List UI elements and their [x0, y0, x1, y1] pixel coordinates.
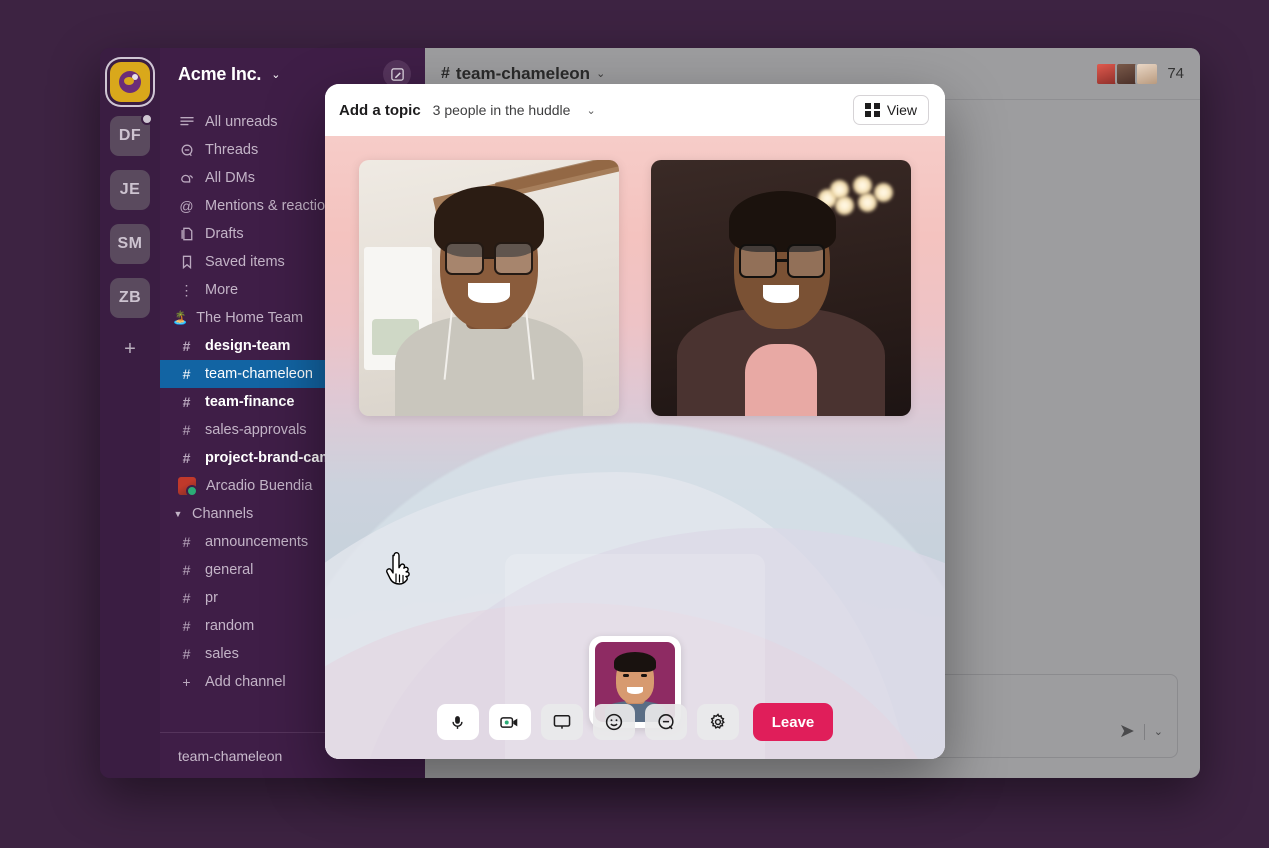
member-count: 74 [1167, 65, 1184, 82]
avatar [1135, 61, 1160, 86]
sidebar-item-label: pr [205, 590, 218, 606]
sidebar-item-label: All unreads [205, 114, 278, 130]
hash-icon: # [182, 618, 191, 634]
sidebar-item-label: All DMs [205, 170, 255, 186]
send-controls: ➤ ⌄ [1119, 720, 1163, 743]
sidebar-item-label: Threads [205, 142, 259, 158]
chameleon-logo[interactable] [110, 62, 150, 102]
chevron-down-icon[interactable]: ⌄ [586, 104, 595, 117]
member-avatar-stack [1095, 61, 1160, 86]
sidebar-item-label: Add channel [205, 674, 286, 690]
threads-icon [178, 143, 195, 157]
sidebar-item-label: team-chameleon [205, 366, 313, 382]
huddle-people-count[interactable]: 3 people in the huddle [433, 102, 571, 118]
hash-icon: # [182, 366, 191, 382]
workspace-rail: DF JE SM ZB + [100, 48, 160, 778]
sidebar-item-label: Arcadio Buendia [206, 478, 313, 494]
decor [640, 674, 647, 678]
send-icon[interactable]: ➤ [1119, 720, 1135, 743]
huddle-modal: Add a topic 3 people in the huddle ⌄ Vie… [325, 84, 945, 759]
share-screen-button[interactable] [540, 704, 583, 740]
workspace-name[interactable]: Acme Inc. [178, 64, 261, 85]
participant-video-tile-2[interactable] [651, 160, 911, 416]
glasses-icon [444, 241, 534, 276]
grid-view-icon [865, 102, 880, 118]
notification-dot [141, 113, 153, 125]
bookmark-icon [178, 255, 195, 269]
decor [729, 190, 836, 253]
sidebar-item-label: general [205, 562, 254, 578]
pointing-hand-cursor [386, 552, 410, 585]
rail-avatar-sm[interactable]: SM [110, 224, 150, 264]
chevron-down-icon[interactable]: ⌄ [1154, 725, 1163, 738]
decor [614, 651, 656, 673]
huddle-stage: Leave [325, 136, 945, 759]
dms-icon [178, 171, 195, 185]
plus-icon: + [182, 674, 191, 690]
app-root: DF JE SM ZB + Acme Inc. ⌄ All unreads Th… [0, 0, 1269, 848]
sidebar-item-label: announcements [205, 534, 309, 550]
view-button-label: View [886, 102, 917, 118]
sidebar-group-label: The Home Team [196, 310, 304, 326]
sidebar-item-label: Mentions & reactions [205, 198, 341, 214]
huddle-header: Add a topic 3 people in the huddle ⌄ Vie… [325, 84, 945, 136]
sidebar-item-label: team-finance [205, 394, 295, 410]
rail-avatar-df[interactable]: DF [110, 113, 153, 156]
mic-button[interactable] [436, 704, 479, 740]
rail-avatar-label: SM [117, 235, 143, 252]
sidebar-item-label: Drafts [205, 226, 244, 242]
reactions-button[interactable] [592, 704, 635, 740]
hash-icon: # [182, 534, 191, 550]
chat-button[interactable] [644, 704, 687, 740]
chevron-down-icon: ▼ [173, 509, 183, 519]
decor [762, 285, 800, 304]
channel-members[interactable]: 74 [1095, 61, 1184, 86]
page-title[interactable]: team-chameleon [456, 64, 590, 84]
rail-avatar-zb[interactable]: ZB [110, 278, 150, 318]
add-topic-button[interactable]: Add a topic [339, 102, 421, 119]
video-button[interactable] [488, 704, 531, 740]
huddle-controls: Leave [325, 703, 945, 741]
glasses-icon [739, 244, 826, 278]
decor [468, 282, 510, 304]
chevron-down-icon[interactable]: ⌄ [271, 68, 280, 81]
chevron-down-icon[interactable]: ⌄ [596, 67, 605, 80]
rail-avatar-je[interactable]: JE [110, 170, 150, 210]
hash-icon: # [182, 394, 191, 410]
settings-button[interactable] [696, 704, 739, 740]
more-icon: ⋮ [179, 281, 194, 298]
sidebar-item-label: sales [205, 646, 239, 662]
hash-icon: # [182, 450, 191, 466]
hash-icon: # [182, 338, 191, 354]
divider [1143, 723, 1145, 740]
leave-button[interactable]: Leave [752, 703, 834, 741]
sidebar-item-label: More [205, 282, 239, 298]
avatar [178, 477, 198, 497]
hash-icon: # [441, 64, 450, 82]
view-button[interactable]: View [853, 95, 929, 125]
participant-tiles [325, 160, 945, 416]
rail-avatar-label: DF [118, 127, 142, 144]
add-workspace-button[interactable]: + [110, 332, 150, 366]
sidebar-item-label: Saved items [205, 254, 285, 270]
decor [744, 344, 818, 416]
hash-icon: # [182, 422, 191, 438]
rail-avatar-label: JE [119, 181, 141, 198]
participant-video-tile-1[interactable] [359, 160, 619, 416]
sidebar-item-label: random [205, 618, 255, 634]
at-icon: @ [179, 198, 194, 214]
sidebar-item-label: design-team [205, 338, 291, 354]
hash-icon: # [182, 590, 191, 606]
decor [627, 686, 643, 694]
island-emoji-icon: 🏝️ [172, 310, 189, 325]
unreads-icon [178, 116, 195, 128]
sidebar-item-label: sales-approvals [205, 422, 307, 438]
logo-glyph [119, 71, 141, 93]
sidebar-section-label: Channels [192, 506, 254, 522]
drafts-icon [178, 227, 195, 241]
hash-icon: # [182, 646, 191, 662]
rail-avatar-label: ZB [118, 289, 142, 306]
hash-icon: # [182, 562, 191, 578]
huddle-channel-label: team-chameleon [178, 747, 283, 764]
